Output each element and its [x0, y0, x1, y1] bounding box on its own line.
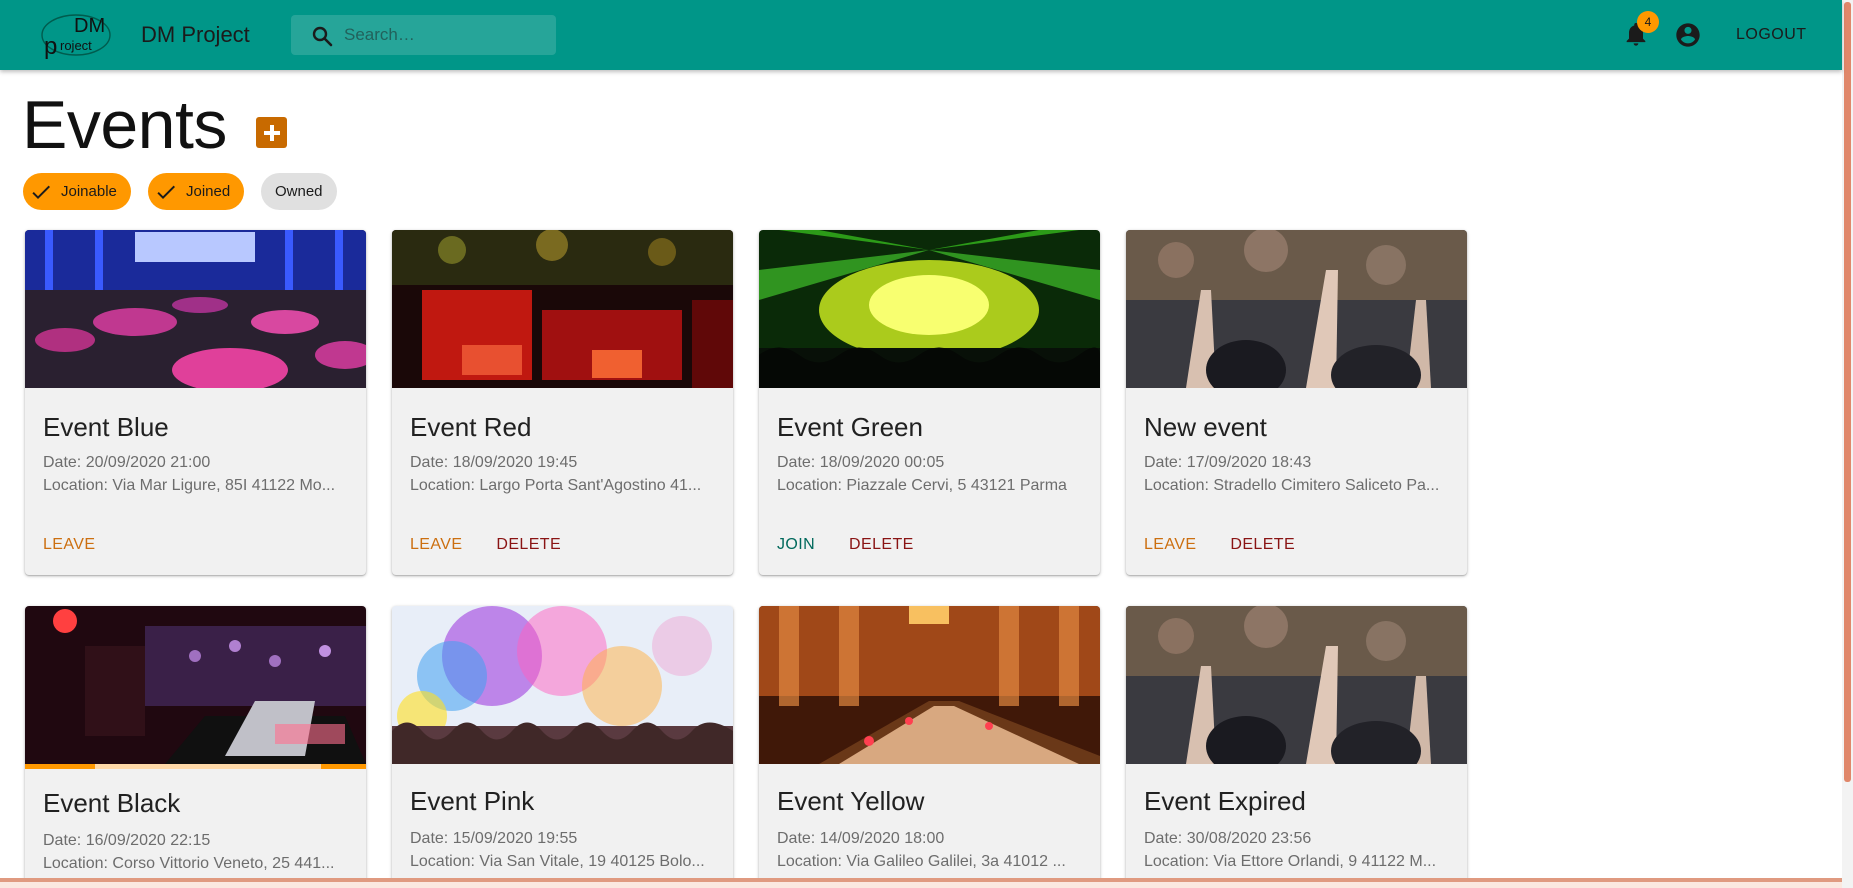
page-title: Events [22, 87, 227, 163]
event-date: Date: 18/09/2020 00:05 [777, 454, 945, 471]
svg-text:roject: roject [60, 38, 92, 53]
banquet-blue-icon [25, 230, 366, 388]
event-title: Event Yellow [777, 786, 925, 816]
event-card[interactable]: Event Expired Date: 30/08/2020 23:56 Loc… [1126, 606, 1467, 888]
event-actions: LEAVE DELETE [400, 527, 585, 563]
event-card[interactable]: Event Yellow Date: 14/09/2020 18:00 Loca… [759, 606, 1100, 888]
event-image [1126, 230, 1467, 388]
event-location: Location: Stradello Cimitero Saliceto Pa… [1144, 477, 1440, 494]
app-title: DM Project [141, 22, 250, 47]
event-title: New event [1144, 412, 1267, 442]
event-card[interactable]: Event Green Date: 18/09/2020 00:05 Locat… [759, 230, 1100, 575]
filter-chip-label: Joined [186, 183, 231, 200]
filter-chip-label: Joinable [61, 183, 117, 200]
account-circle-icon[interactable] [1674, 21, 1702, 49]
check-icon [32, 185, 50, 199]
event-title: Event Green [777, 412, 923, 442]
filter-chip-joined[interactable]: Joined [148, 173, 245, 210]
event-actions: LEAVE [33, 527, 119, 563]
event-card[interactable]: Event Pink Date: 15/09/2020 19:55 Locati… [392, 606, 733, 888]
event-card[interactable]: Event Black Date: 16/09/2020 22:15 Locat… [25, 606, 366, 888]
check-icon [157, 185, 175, 199]
event-title: Event Black [43, 788, 181, 818]
leave-button[interactable]: LEAVE [1134, 527, 1206, 563]
event-location: Location: Piazzale Cervi, 5 43121 Parma [777, 477, 1067, 494]
search-input[interactable] [344, 15, 544, 55]
svg-text:p: p [44, 33, 57, 60]
holi-colors-icon [392, 606, 733, 764]
page-scrollbar[interactable] [1842, 0, 1853, 888]
event-title: Event Expired [1144, 786, 1306, 816]
event-actions: LEAVE DELETE [1134, 527, 1319, 563]
join-button[interactable]: JOIN [767, 527, 825, 563]
filter-chip-owned[interactable]: Owned [261, 173, 337, 210]
event-image [25, 230, 366, 388]
app-logo[interactable]: DM p roject [36, 8, 116, 62]
dj-icon [25, 606, 366, 764]
event-image [759, 606, 1100, 764]
lounge-red-icon [392, 230, 733, 388]
crowd-icon [1126, 230, 1467, 388]
event-card[interactable]: Event Red Date: 18/09/2020 19:45 Locatio… [392, 230, 733, 575]
leave-button[interactable]: LEAVE [400, 527, 472, 563]
loading-progress-bar [25, 764, 366, 769]
event-image [759, 230, 1100, 388]
delete-button[interactable]: DELETE [486, 527, 571, 563]
search-icon [312, 26, 333, 47]
event-date: Date: 20/09/2020 21:00 [43, 454, 211, 471]
event-date: Date: 18/09/2020 19:45 [410, 454, 578, 471]
leave-button[interactable]: LEAVE [33, 527, 105, 563]
scrollbar-thumb[interactable] [1844, 2, 1851, 782]
event-image [392, 606, 733, 764]
add-event-button[interactable] [256, 117, 287, 148]
delete-button[interactable]: DELETE [839, 527, 924, 563]
progress-indicator [25, 764, 95, 769]
notification-badge: 4 [1637, 11, 1659, 33]
event-date: Date: 17/09/2020 18:43 [1144, 454, 1312, 471]
event-location: Location: Via Galileo Galilei, 3a 41012 … [777, 853, 1066, 870]
concert-green-icon [759, 230, 1100, 388]
bottom-edge [0, 878, 1842, 888]
event-title: Event Red [410, 412, 532, 442]
event-image [25, 606, 366, 764]
event-date: Date: 16/09/2020 22:15 [43, 832, 211, 849]
event-location: Location: Corso Vittorio Veneto, 25 441.… [43, 855, 335, 872]
event-image [1126, 606, 1467, 764]
event-location: Location: Via San Vitale, 19 40125 Bolo.… [410, 853, 705, 870]
logout-button[interactable]: LOGOUT [1720, 20, 1823, 50]
plus-icon [263, 124, 280, 141]
event-title: Event Pink [410, 786, 535, 816]
app-bar: DM p roject DM Project 4 LOGOUT [0, 0, 1842, 70]
delete-button[interactable]: DELETE [1220, 527, 1305, 563]
event-location: Location: Largo Porta Sant'Agostino 41..… [410, 477, 702, 494]
event-card[interactable]: New event Date: 17/09/2020 18:43 Locatio… [1126, 230, 1467, 575]
filter-chip-label: Owned [275, 183, 323, 200]
event-location: Location: Via Mar Ligure, 85I 41122 Mo..… [43, 477, 336, 494]
filter-chip-joinable[interactable]: Joinable [23, 173, 131, 210]
event-image [392, 230, 733, 388]
progress-indicator [321, 764, 366, 769]
event-title: Event Blue [43, 412, 169, 442]
dinner-hall-icon [759, 606, 1100, 764]
event-actions: JOIN DELETE [767, 527, 938, 563]
event-date: Date: 30/08/2020 23:56 [1144, 830, 1312, 847]
crowd-icon [1126, 606, 1467, 764]
logo-icon: DM p roject [41, 14, 111, 60]
event-card[interactable]: Event Blue Date: 20/09/2020 21:00 Locati… [25, 230, 366, 575]
search-box[interactable] [291, 15, 556, 55]
event-date: Date: 15/09/2020 19:55 [410, 830, 578, 847]
svg-text:DM: DM [74, 15, 105, 37]
event-location: Location: Via Ettore Orlandi, 9 41122 M.… [1144, 853, 1437, 870]
event-date: Date: 14/09/2020 18:00 [777, 830, 945, 847]
